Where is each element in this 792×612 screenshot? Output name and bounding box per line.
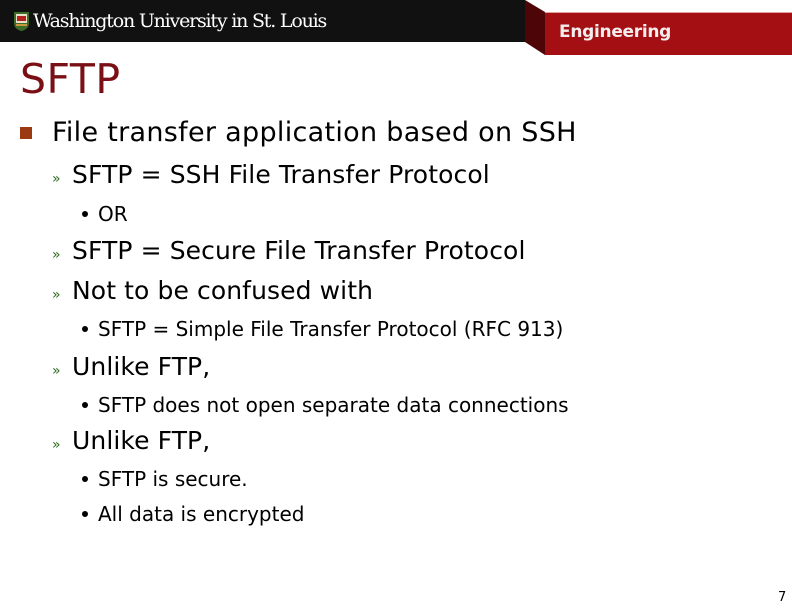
bullet-level3: SFTP = Simple File Transfer Protocol (RF… [82, 317, 563, 341]
school-name: Engineering [559, 22, 672, 42]
bullet-level2: » SFTP = Secure File Transfer Protocol [52, 236, 526, 265]
bullet-text: SFTP = Secure File Transfer Protocol [72, 236, 526, 265]
bullet-text: File transfer application based on SSH [52, 117, 577, 148]
chevron-bullet-icon: » [52, 437, 61, 453]
round-bullet-icon [82, 476, 88, 482]
chevron-bullet-icon: » [52, 171, 61, 187]
bullet-text: SFTP does not open separate data connect… [98, 393, 569, 417]
bullet-text: Not to be confused with [72, 276, 374, 305]
bullet-text: SFTP = Simple File Transfer Protocol (RF… [98, 317, 564, 341]
bullet-level3: All data is encrypted [82, 502, 304, 526]
slide-title: SFTP [20, 55, 121, 103]
bullet-text: SFTP = SSH File Transfer Protocol [72, 160, 490, 189]
bullet-level3: OR [82, 202, 128, 226]
bullet-text: Unlike FTP, [72, 352, 211, 381]
chevron-bullet-icon: » [52, 247, 61, 263]
chevron-bullet-icon: » [52, 287, 61, 303]
bullet-text: OR [98, 202, 128, 226]
bullet-level2: » Unlike FTP, [52, 352, 210, 381]
round-bullet-icon [82, 211, 88, 217]
chevron-bullet-icon: » [52, 363, 61, 379]
round-bullet-icon [82, 511, 88, 517]
square-bullet-icon [20, 126, 32, 139]
school-banner: Engineering [545, 12, 792, 55]
bullet-level1: File transfer application based on SSH [20, 117, 577, 148]
bullet-level2: » Unlike FTP, [52, 426, 210, 455]
bullet-level2: » Not to be confused with [52, 276, 373, 305]
bullet-level3: SFTP does not open separate data connect… [82, 393, 569, 417]
page-number: 7 [778, 590, 787, 605]
bullet-text: Unlike FTP, [72, 426, 211, 455]
bullet-level2: » SFTP = SSH File Transfer Protocol [52, 160, 490, 189]
bullet-text: SFTP is secure. [98, 467, 248, 491]
bullet-text: All data is encrypted [98, 502, 305, 526]
round-bullet-icon [82, 326, 88, 332]
bullet-level3: SFTP is secure. [82, 467, 248, 491]
round-bullet-icon [82, 402, 88, 408]
